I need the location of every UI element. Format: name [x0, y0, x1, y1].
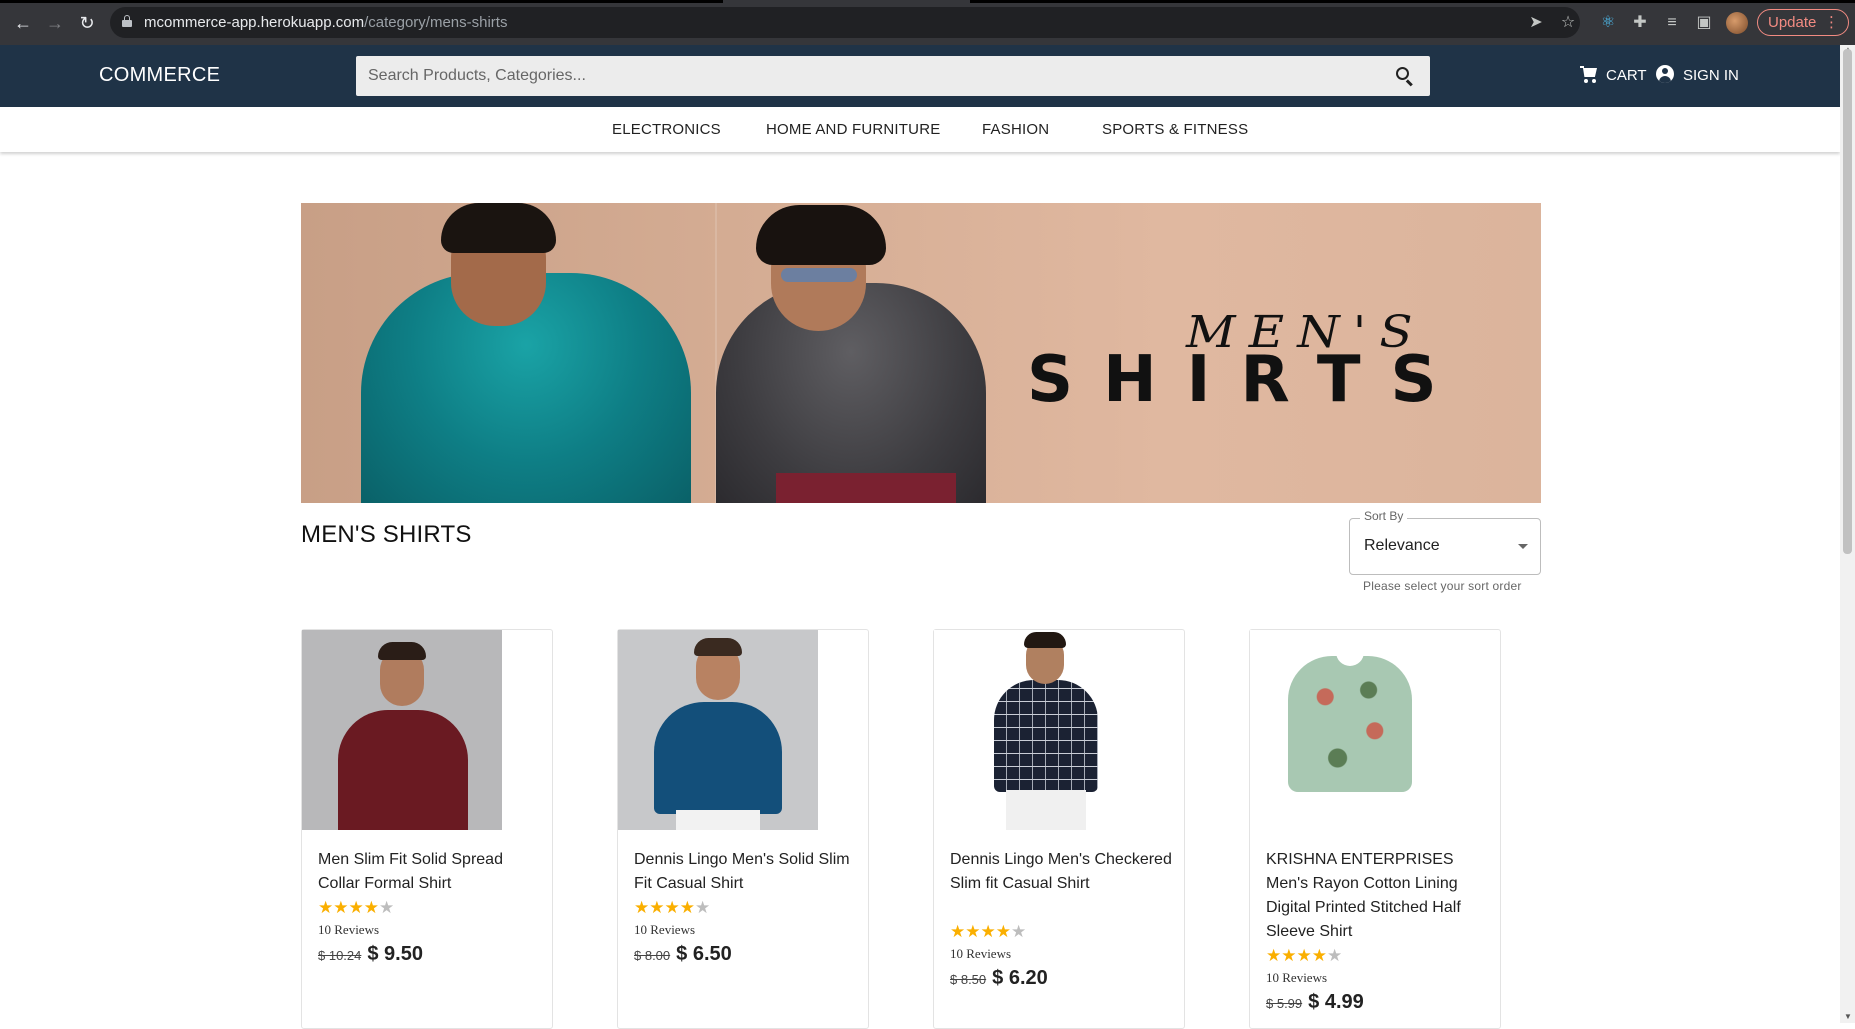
reload-icon[interactable]: ↻: [75, 11, 99, 35]
dropdown-caret-icon[interactable]: [1518, 544, 1528, 549]
sort-label: Sort By: [1360, 509, 1408, 523]
old-price: $ 5.99: [1266, 996, 1303, 1011]
rating-stars: ★★★★★: [634, 898, 711, 917]
banner-model-1-hair: [441, 203, 556, 253]
price: $ 8.50 $ 6.20: [950, 967, 1048, 990]
account-circle-icon: [1656, 65, 1674, 83]
sort-helper-text: Please select your sort order: [1363, 579, 1522, 593]
extensions-icon[interactable]: ✚: [1628, 11, 1652, 35]
tab-strip: [0, 0, 1855, 3]
product-image[interactable]: [934, 630, 1134, 830]
product-title[interactable]: KRISHNA ENTERPRISES Men's Rayon Cotton L…: [1266, 848, 1488, 944]
page-title: MEN'S SHIRTS: [301, 521, 472, 548]
nav-electronics[interactable]: ELECTRONICS: [612, 121, 721, 138]
back-icon[interactable]: ←: [11, 11, 35, 35]
url-domain: mcommerce-app.herokuapp.com: [144, 14, 365, 31]
category-nav: ELECTRONICS HOME AND FURNITURE FASHION S…: [0, 107, 1840, 152]
url-path: /category/mens-shirts: [364, 14, 508, 31]
current-price: $ 6.50: [676, 943, 732, 965]
update-button[interactable]: Update ⋮: [1757, 9, 1849, 36]
rating-stars: ★★★★★: [318, 898, 395, 917]
url-text[interactable]: mcommerce-app.herokuapp.com/category/men…: [144, 14, 507, 31]
product-card[interactable]: Dennis Lingo Men's Solid Slim Fit Casual…: [617, 629, 869, 1029]
review-count: 10 Reviews: [634, 922, 696, 937]
rating-stars: ★★★★★: [950, 922, 1027, 941]
scroll-down-icon[interactable]: ▼: [1844, 1012, 1852, 1021]
sidepanel-icon[interactable]: ▣: [1692, 11, 1716, 35]
product-title[interactable]: Dennis Lingo Men's Solid Slim Fit Casual…: [634, 848, 856, 896]
banner-model-2-glasses: [781, 268, 857, 282]
product-image[interactable]: [618, 630, 818, 830]
cart-label: CART: [1606, 67, 1647, 84]
profile-avatar[interactable]: [1726, 12, 1748, 34]
cart-button[interactable]: CART: [1580, 65, 1647, 87]
browser-toolbar: ← → ↻ mcommerce-app.herokuapp.com/catego…: [0, 0, 1855, 45]
sign-in-label: SIGN IN: [1683, 67, 1739, 84]
scrollbar-thumb[interactable]: [1843, 49, 1852, 554]
product-title[interactable]: Dennis Lingo Men's Checkered Slim fit Ca…: [950, 848, 1172, 896]
media-icon[interactable]: ≡: [1660, 11, 1684, 35]
send-icon[interactable]: ➤: [1524, 11, 1548, 35]
product-image[interactable]: [1250, 630, 1450, 830]
product-image[interactable]: [302, 630, 502, 830]
review-count: 10 Reviews: [950, 946, 1012, 961]
product-card[interactable]: KRISHNA ENTERPRISES Men's Rayon Cotton L…: [1249, 629, 1501, 1029]
product-card[interactable]: Dennis Lingo Men's Checkered Slim fit Ca…: [933, 629, 1185, 1029]
sort-value: Relevance: [1364, 537, 1440, 554]
search-bar: [356, 56, 1430, 96]
page-scrollbar[interactable]: ▲ ▼: [1840, 45, 1855, 1023]
logo[interactable]: COMMERCE: [99, 64, 220, 87]
more-menu-icon[interactable]: ⋮: [1824, 10, 1839, 35]
lock-icon[interactable]: [122, 15, 132, 27]
app-header: COMMERCE CART SIGN IN: [0, 45, 1840, 107]
banner-title-line2: SHIRTS: [1027, 343, 1467, 417]
old-price: $ 10.24: [318, 948, 362, 963]
old-price: $ 8.00: [634, 948, 671, 963]
sort-select[interactable]: Sort By Relevance: [1349, 509, 1541, 575]
nav-sports-fitness[interactable]: SPORTS & FITNESS: [1102, 121, 1248, 138]
nav-fashion[interactable]: FASHION: [982, 121, 1049, 138]
product-title[interactable]: Men Slim Fit Solid Spread Collar Formal …: [318, 848, 540, 896]
product-card[interactable]: Men Slim Fit Solid Spread Collar Formal …: [301, 629, 553, 1029]
update-label: Update: [1768, 14, 1817, 31]
price: $ 8.00 $ 6.50: [634, 943, 732, 966]
search-input[interactable]: [356, 56, 1376, 96]
sign-in-button[interactable]: SIGN IN: [1656, 65, 1739, 87]
category-banner: MEN'S SHIRTS: [301, 203, 1541, 503]
address-bar[interactable]: mcommerce-app.herokuapp.com/category/men…: [110, 7, 1580, 38]
forward-icon[interactable]: →: [43, 11, 67, 35]
price: $ 5.99 $ 4.99: [1266, 991, 1364, 1014]
review-count: 10 Reviews: [318, 922, 380, 937]
current-price: $ 4.99: [1308, 991, 1364, 1013]
star-bookmark-icon[interactable]: ☆: [1556, 11, 1580, 35]
cart-icon: [1580, 65, 1598, 83]
react-devtools-icon[interactable]: ⚛: [1596, 11, 1620, 35]
rating-stars: ★★★★★: [1266, 946, 1343, 965]
old-price: $ 8.50: [950, 972, 987, 987]
nav-home-and-furniture[interactable]: HOME AND FURNITURE: [766, 121, 940, 138]
banner-model-2-hair: [756, 205, 886, 265]
review-count: 10 Reviews: [1266, 970, 1328, 985]
price: $ 10.24 $ 9.50: [318, 943, 423, 966]
banner-model-2-pants: [776, 473, 956, 503]
current-price: $ 6.20: [992, 967, 1048, 989]
search-icon[interactable]: [1396, 67, 1414, 87]
current-price: $ 9.50: [367, 943, 423, 965]
